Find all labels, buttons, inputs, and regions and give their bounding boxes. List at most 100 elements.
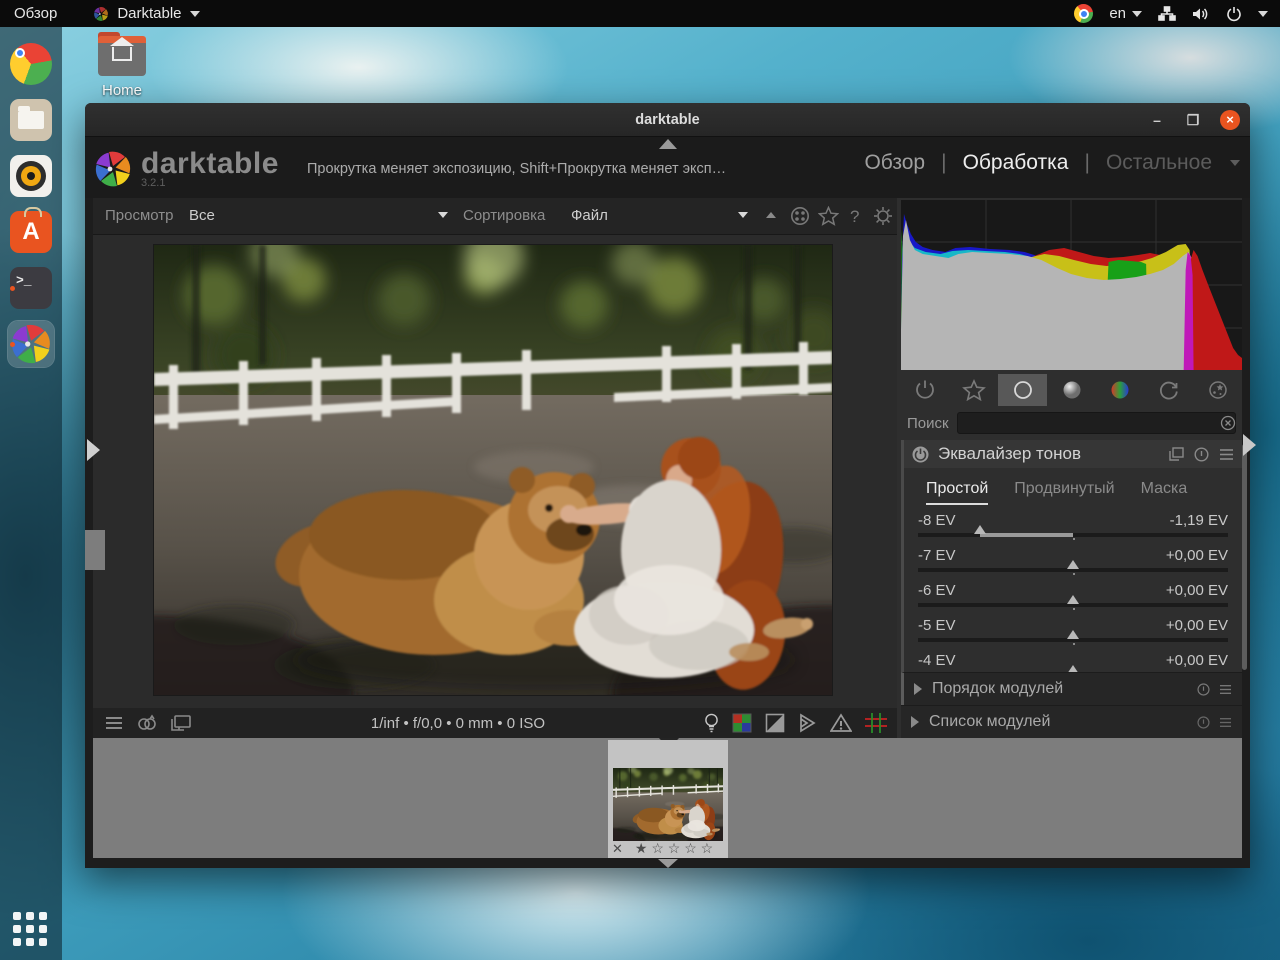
view-tab-other[interactable]: Остальное (1106, 151, 1212, 175)
dock-item-chrome[interactable] (8, 41, 54, 87)
bottom-panel-handle[interactable] (658, 859, 678, 868)
reject-icon[interactable]: ✕ (612, 841, 623, 857)
zoomable-lighttable-icon[interactable] (790, 206, 810, 226)
slider-handle[interactable] (1067, 595, 1079, 604)
correction-group-icon[interactable] (1145, 374, 1194, 406)
view-tab-lighttable[interactable]: Обзор (864, 151, 925, 175)
view-filter-value[interactable]: Все (189, 207, 215, 224)
presets-menu-icon[interactable] (1219, 684, 1232, 695)
dock-item-darktable[interactable] (8, 321, 54, 367)
slider-value: +0,00 EV (1166, 652, 1228, 669)
sort-label: Сортировка (463, 207, 545, 224)
chrome-status-icon[interactable] (1074, 4, 1093, 23)
hint-text: Прокрутка меняет экспозицию, Shift+Прокр… (307, 161, 812, 177)
reset-parameters-icon[interactable] (1197, 683, 1210, 696)
slider-label: -6 EV (918, 582, 956, 599)
histogram[interactable] (901, 200, 1242, 370)
search-input[interactable] (957, 412, 1236, 434)
dock-item-files[interactable] (8, 97, 54, 143)
slider-minus4ev[interactable]: -4 EV+0,00 EV (904, 649, 1242, 672)
language-indicator[interactable]: en (1109, 5, 1142, 22)
section-module-order[interactable]: Порядок модулей (901, 672, 1242, 705)
multi-instance-icon[interactable] (1169, 447, 1184, 461)
app-menu[interactable]: Darktable (93, 5, 199, 22)
raw-overexposure-icon[interactable] (732, 713, 752, 733)
thumbnail-image (613, 768, 723, 841)
network-icon[interactable] (1158, 6, 1176, 22)
sort-value[interactable]: Файл (571, 207, 608, 224)
minimize-button[interactable]: – (1148, 112, 1166, 128)
active-modules-icon[interactable] (901, 374, 950, 406)
slider-minus6ev[interactable]: -6 EV+0,00 EV (904, 579, 1242, 614)
tab-mask[interactable]: Маска (1141, 480, 1188, 505)
gamut-warning-icon[interactable] (830, 713, 852, 733)
filmstrip-options-icon[interactable] (105, 716, 123, 730)
softproof-icon[interactable] (798, 713, 817, 733)
presets-menu-icon[interactable] (1219, 448, 1234, 461)
chevron-down-icon[interactable] (1258, 11, 1268, 17)
filmstrip[interactable]: ✕ ★ ☆ ☆ ☆ ☆ (93, 738, 1242, 858)
tab-advanced[interactable]: Продвинутый (1014, 480, 1114, 505)
slider-handle[interactable] (1067, 560, 1079, 569)
module-header[interactable]: Эквалайзер тонов (904, 440, 1242, 468)
section-module-list[interactable]: Список модулей (901, 705, 1242, 738)
iso12646-lamp-icon[interactable] (704, 713, 719, 733)
reset-parameters-icon[interactable] (1197, 716, 1210, 729)
dock-item-ubuntu-software[interactable]: A (8, 209, 54, 255)
close-button[interactable]: × (1220, 110, 1240, 130)
slider-minus7ev[interactable]: -7 EV+0,00 EV (904, 544, 1242, 579)
preferences-gear-icon[interactable] (873, 206, 893, 226)
chevron-down-icon[interactable] (438, 212, 448, 218)
view-tab-darkroom[interactable]: Обработка (963, 151, 1069, 175)
darkroom-canvas[interactable] (93, 235, 897, 708)
slider-handle[interactable] (1067, 630, 1079, 639)
left-panel-expand-handle[interactable] (87, 439, 100, 461)
star-filter-icon[interactable] (818, 206, 839, 226)
slider-handle[interactable] (1067, 665, 1079, 672)
module-power-icon[interactable] (912, 446, 929, 463)
slider-track[interactable] (918, 638, 1228, 642)
top-panel-handle[interactable] (659, 139, 677, 149)
panel-scrollbar[interactable] (1242, 444, 1247, 670)
window-titlebar[interactable]: darktable – ❐ × (85, 103, 1250, 137)
effects-group-icon[interactable] (1193, 374, 1242, 406)
tab-simple[interactable]: Простой (926, 480, 988, 505)
filmstrip-thumbnail-selected[interactable]: ✕ ★ ☆ ☆ ☆ ☆ (608, 740, 728, 858)
slider-minus8ev[interactable]: -8 EV-1,19 EV (904, 509, 1242, 544)
right-panel-collapse-handle[interactable] (1243, 434, 1256, 456)
tone-group-icon[interactable] (1047, 374, 1096, 406)
favorites-icon[interactable] (950, 374, 999, 406)
slider-track[interactable] (918, 568, 1228, 572)
volume-icon[interactable] (1192, 6, 1210, 22)
sort-ascending-icon[interactable] (766, 212, 776, 218)
chrome-icon (10, 43, 52, 85)
activities-button[interactable]: Обзор (14, 5, 57, 22)
chevron-down-icon[interactable] (738, 212, 748, 218)
slider-minus5ev[interactable]: -5 EV+0,00 EV (904, 614, 1242, 649)
dock-item-terminal[interactable]: >_ (8, 265, 54, 311)
slider-track[interactable] (918, 603, 1228, 607)
slider-track[interactable] (918, 533, 1228, 537)
chevron-down-icon[interactable] (1230, 160, 1240, 166)
star-rating[interactable]: ★ ☆ ☆ ☆ ☆ (635, 840, 713, 857)
power-icon[interactable] (1226, 6, 1242, 22)
reset-parameters-icon[interactable] (1194, 447, 1209, 462)
slider-value: +0,00 EV (1166, 547, 1228, 564)
help-icon[interactable]: ? (850, 207, 859, 227)
home-folder-shortcut[interactable]: Home (94, 38, 150, 99)
dock-item-rhythmbox[interactable] (8, 153, 54, 199)
presets-menu-icon[interactable] (1219, 717, 1232, 728)
overexposure-warning-icon[interactable] (765, 713, 785, 733)
view-switcher: Обзор | Обработка | Остальное (864, 151, 1240, 175)
basic-group-icon[interactable] (998, 374, 1047, 406)
show-applications-button[interactable] (13, 912, 49, 948)
color-group-icon[interactable] (1096, 374, 1145, 406)
darktable-brand: darktable 3.2.1 (93, 149, 279, 189)
running-dot (10, 342, 15, 347)
color-assessment-icon[interactable] (137, 714, 157, 732)
clear-search-icon[interactable] (1220, 415, 1236, 431)
maximize-button[interactable]: ❐ (1184, 112, 1202, 129)
slider-handle[interactable] (974, 525, 986, 534)
second-window-icon[interactable] (171, 715, 191, 732)
guides-grid-icon[interactable] (865, 713, 887, 733)
